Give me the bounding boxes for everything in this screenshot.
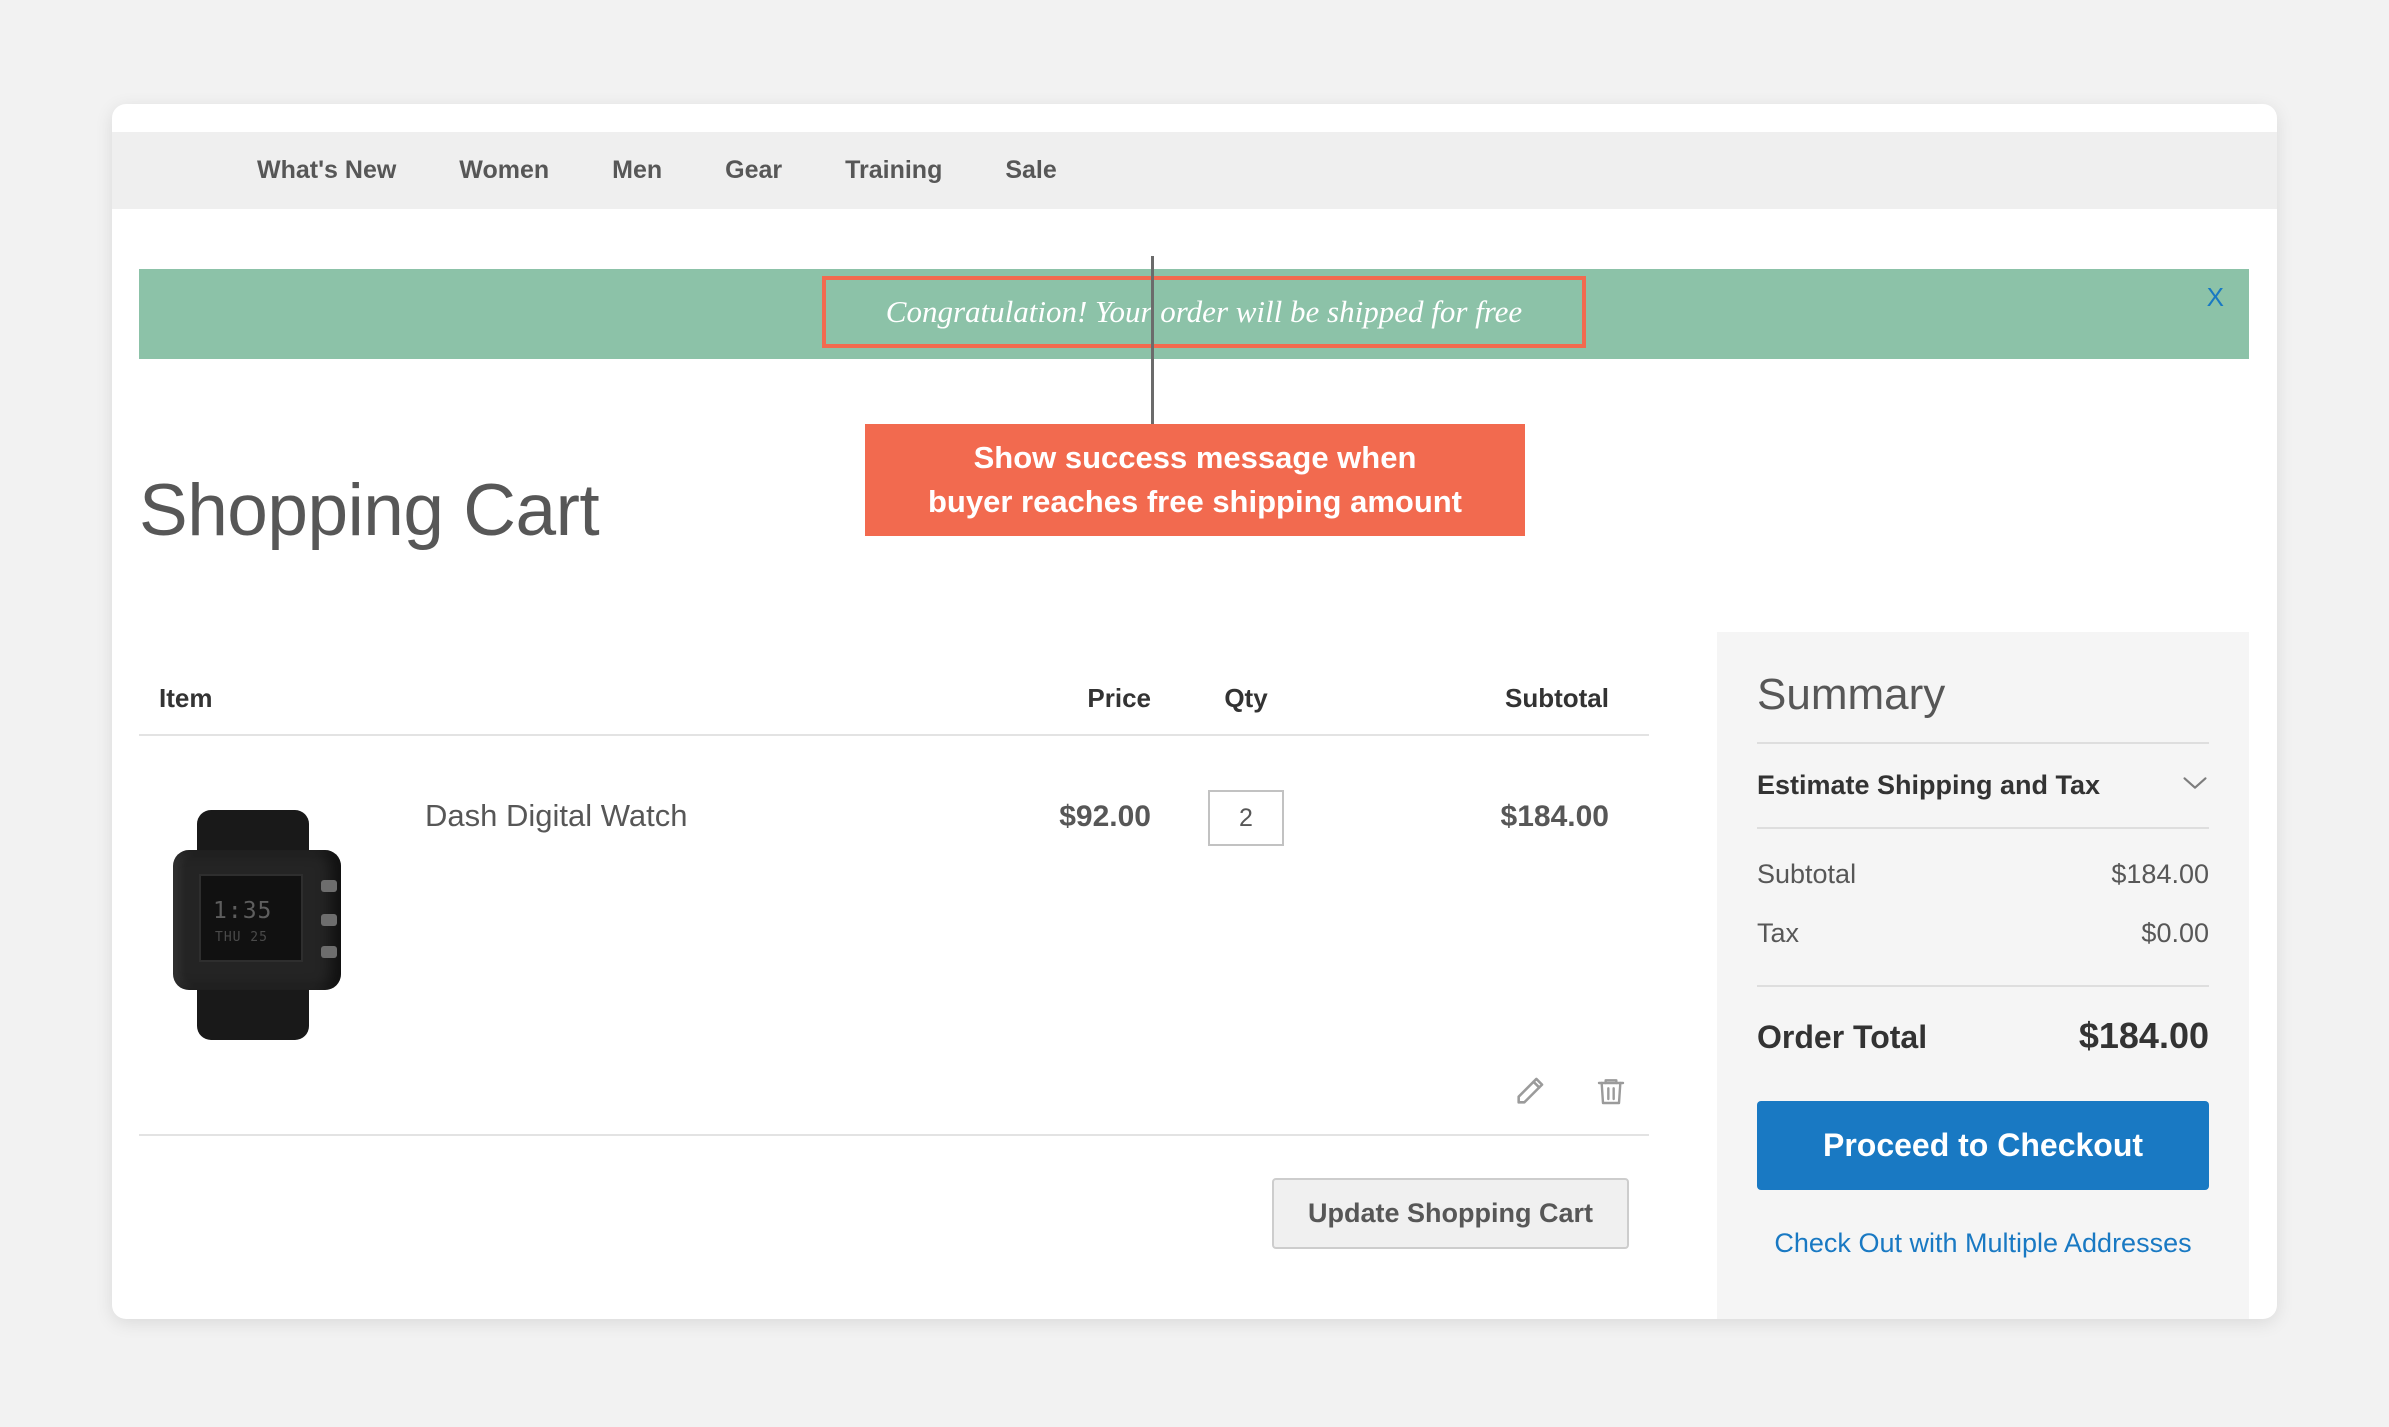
trash-icon[interactable] bbox=[1595, 1074, 1627, 1108]
estimate-shipping-and-tax-toggle[interactable]: Estimate Shipping and Tax bbox=[1757, 744, 2209, 829]
watch-button-middle bbox=[321, 914, 337, 926]
product-subtotal: $184.00 bbox=[1500, 800, 1609, 833]
update-shopping-cart-button[interactable]: Update Shopping Cart bbox=[1272, 1178, 1629, 1249]
nav-item-whats-new[interactable]: What's New bbox=[257, 156, 396, 185]
order-summary-panel: Summary Estimate Shipping and Tax Subtot… bbox=[1717, 632, 2249, 1319]
watch-screen: 1:35 THU 25 bbox=[199, 874, 303, 962]
digital-watch-photo[interactable]: 1:35 THU 25 bbox=[159, 804, 355, 1044]
row-actions bbox=[1513, 1074, 1627, 1108]
nav-item-gear[interactable]: Gear bbox=[725, 156, 782, 185]
main-navigation: What's New Women Men Gear Training Sale bbox=[112, 132, 2277, 209]
table-row: 1:35 THU 25 Dash Digital Watch $92.00 2 … bbox=[139, 736, 1649, 1136]
banner-highlight-box: Congratulation! Your order will be shipp… bbox=[822, 276, 1586, 348]
annotation-line-2: buyer reaches free shipping amount bbox=[927, 484, 1463, 519]
free-shipping-success-banner: Congratulation! Your order will be shipp… bbox=[139, 269, 2249, 359]
nav-item-women[interactable]: Women bbox=[459, 156, 549, 185]
cart-table-header: Item Price Qty Subtotal bbox=[139, 649, 1649, 736]
summary-line-tax-label: Tax bbox=[1757, 918, 1800, 948]
annotation-line-1: Show success message when bbox=[973, 440, 1417, 475]
summary-line-subtotal: Subtotal $184.00 bbox=[1757, 829, 2209, 900]
store-page-card: What's New Women Men Gear Training Sale … bbox=[112, 104, 2277, 1319]
order-total-row: Order Total $184.00 bbox=[1757, 985, 2209, 1057]
pencil-icon[interactable] bbox=[1513, 1074, 1547, 1108]
order-total-label: Order Total bbox=[1757, 1019, 1928, 1055]
product-price: $92.00 bbox=[1059, 800, 1151, 833]
annotation-callout: Show success message when buyer reaches … bbox=[865, 424, 1525, 536]
nav-item-training[interactable]: Training bbox=[845, 156, 942, 185]
watch-body: 1:35 THU 25 bbox=[173, 850, 341, 990]
column-header-subtotal: Subtotal bbox=[1505, 683, 1609, 713]
check-out-multiple-addresses-link[interactable]: Check Out with Multiple Addresses bbox=[1757, 1228, 2209, 1259]
chevron-down-icon bbox=[2181, 774, 2209, 797]
page-title: Shopping Cart bbox=[139, 470, 600, 551]
column-header-qty: Qty bbox=[1224, 683, 1268, 713]
watch-button-top bbox=[321, 880, 337, 892]
cart-actions: Update Shopping Cart bbox=[139, 1136, 1649, 1249]
proceed-to-checkout-button[interactable]: Proceed to Checkout bbox=[1757, 1101, 2209, 1190]
watch-display-time: 1:35 bbox=[213, 898, 273, 924]
close-icon[interactable]: X bbox=[2207, 282, 2224, 313]
product-cell: 1:35 THU 25 Dash Digital Watch bbox=[139, 784, 921, 1044]
order-total-value: $184.00 bbox=[2078, 1015, 2209, 1056]
qty-input[interactable] bbox=[1208, 790, 1284, 846]
qty-cell bbox=[1151, 784, 1341, 846]
watch-display-date: THU 25 bbox=[215, 930, 268, 945]
column-header-price: Price bbox=[1087, 683, 1151, 713]
summary-line-subtotal-value: $184.00 bbox=[2111, 859, 2209, 889]
page-root: What's New Women Men Gear Training Sale … bbox=[0, 0, 2389, 1427]
estimate-shipping-and-tax-label: Estimate Shipping and Tax bbox=[1757, 770, 2101, 800]
summary-line-tax-value: $0.00 bbox=[2141, 918, 2209, 948]
watch-button-bottom bbox=[321, 946, 337, 958]
product-name[interactable]: Dash Digital Watch bbox=[425, 798, 687, 834]
cart-table: Item Price Qty Subtotal 1:35 THU 25 Dash… bbox=[139, 649, 1649, 1249]
summary-line-subtotal-label: Subtotal bbox=[1757, 859, 1857, 889]
annotation-connector-line bbox=[1151, 256, 1154, 424]
nav-item-sale[interactable]: Sale bbox=[1005, 156, 1056, 185]
summary-line-tax: Tax $0.00 bbox=[1757, 900, 2209, 959]
nav-item-men[interactable]: Men bbox=[612, 156, 662, 185]
summary-title: Summary bbox=[1757, 670, 2209, 744]
banner-message: Congratulation! Your order will be shipp… bbox=[885, 294, 1523, 329]
column-header-item: Item bbox=[159, 683, 213, 713]
